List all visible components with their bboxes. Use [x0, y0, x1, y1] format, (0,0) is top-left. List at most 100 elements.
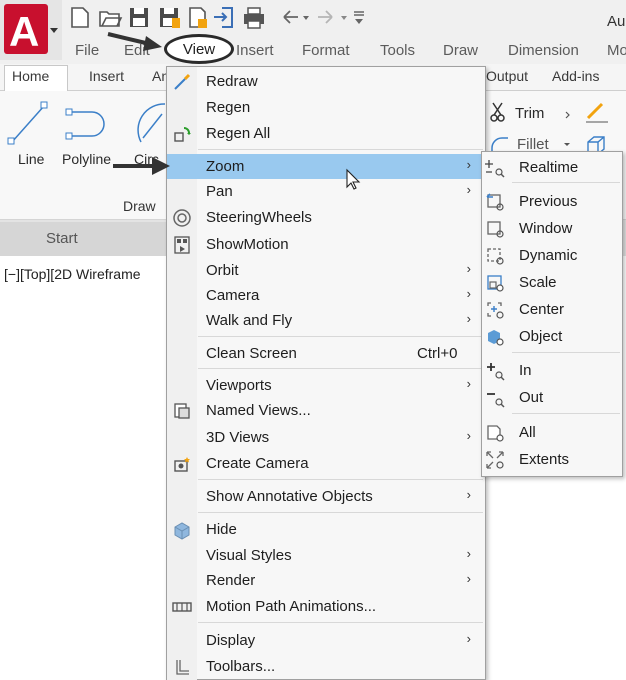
view-menu-showmotion-label: ShowMotion: [206, 236, 289, 253]
trim-icon[interactable]: [490, 102, 505, 122]
view-menu-showmotion[interactable]: ShowMotion: [167, 232, 485, 257]
view-menu-toolbars[interactable]: Toolbars...: [167, 654, 485, 679]
view-menu-show-annotative-objects[interactable]: Show Annotative Objects ›: [167, 484, 485, 509]
view-menu-redraw[interactable]: Redraw: [167, 69, 485, 94]
view-menu-create-camera-label: Create Camera: [206, 455, 309, 472]
view-menu-viewports[interactable]: Viewports ›: [167, 373, 485, 398]
view-menu-show-annotative-objects-label: Show Annotative Objects: [206, 488, 373, 505]
zoom-center[interactable]: Center: [482, 297, 622, 323]
menu-separator: [198, 512, 483, 513]
polyline-icon[interactable]: [65, 108, 105, 140]
circle-tool-label[interactable]: Circ: [134, 151, 159, 167]
tab-start[interactable]: [0, 222, 168, 256]
view-menu-regen[interactable]: Regen: [167, 95, 485, 120]
viewport-controls-label[interactable]: [−][Top][2D Wireframe: [4, 266, 141, 282]
view-menu-motion-path-animations[interactable]: Motion Path Animations...: [167, 594, 485, 619]
zoom-scale[interactable]: Scale: [482, 270, 622, 296]
trim-tool-label[interactable]: Trim: [515, 105, 544, 122]
menu-tools[interactable]: Tools: [380, 42, 415, 59]
menu-draw[interactable]: Draw: [443, 42, 478, 59]
tab-insert[interactable]: Insert: [89, 68, 124, 84]
named-views-icon: [174, 403, 190, 419]
view-menu-regen-all[interactable]: Regen All: [167, 121, 485, 146]
redo-icon[interactable]: [318, 10, 347, 24]
view-menu-create-camera[interactable]: Create Camera: [167, 451, 485, 476]
menu-insert[interactable]: Insert: [236, 42, 274, 59]
showmotion-icon: [174, 236, 190, 254]
view-menu-walk-and-fly[interactable]: Walk and Fly ›: [167, 308, 485, 333]
view-menu-zoom[interactable]: Zoom ›: [167, 154, 485, 179]
line-tool-label[interactable]: Line: [18, 151, 44, 167]
menu-edit[interactable]: Edit: [124, 42, 150, 59]
zoom-previous[interactable]: Previous: [482, 189, 622, 215]
view-menu-clean-screen[interactable]: Clean Screen Ctrl+0: [167, 341, 485, 366]
erase-icon[interactable]: [586, 102, 608, 123]
menu-modify[interactable]: Mo: [607, 42, 626, 59]
zoom-dynamic[interactable]: Dynamic: [482, 243, 622, 269]
print-icon[interactable]: [244, 7, 264, 29]
view-menu-camera[interactable]: Camera ›: [167, 283, 485, 308]
view-menu-steeringwheels[interactable]: SteeringWheels: [167, 205, 485, 230]
hide-icon: [174, 522, 190, 540]
zoom-scale-label: Scale: [519, 274, 557, 291]
menu-format[interactable]: Format: [302, 42, 350, 59]
zoom-in-icon: [487, 363, 505, 381]
zoom-scale-icon: [487, 275, 504, 292]
view-menu-named-views[interactable]: Named Views...: [167, 398, 485, 423]
zoom-object-icon: [488, 330, 504, 346]
menu-separator: [198, 479, 483, 480]
submenu-arrow-icon: ›: [466, 286, 471, 301]
zoom-all-icon: [487, 425, 504, 442]
open-icon[interactable]: [99, 11, 123, 27]
tab-add-ins[interactable]: Add-ins: [552, 68, 599, 84]
view-menu-3d-views[interactable]: 3D Views ›: [167, 425, 485, 450]
menu-separator: [198, 622, 483, 623]
zoom-in[interactable]: In: [482, 358, 622, 384]
create-camera-icon: [174, 457, 190, 472]
zoom-extents[interactable]: Extents: [482, 447, 622, 473]
zoom-all[interactable]: All: [482, 420, 622, 446]
draw-panel-title[interactable]: Draw: [123, 198, 156, 214]
customize-qat-icon[interactable]: [354, 11, 364, 24]
zoom-window[interactable]: Window: [482, 216, 622, 242]
zoom-window-icon: [487, 221, 504, 238]
application-menu-button[interactable]: A: [0, 0, 62, 60]
view-menu-visual-styles[interactable]: Visual Styles ›: [167, 543, 485, 568]
save-icon[interactable]: [130, 8, 148, 27]
menu-separator: [512, 352, 620, 353]
view-menu-redraw-label: Redraw: [206, 73, 258, 90]
menu-view[interactable]: View: [164, 34, 234, 64]
circle-icon[interactable]: [137, 103, 166, 143]
import-icon[interactable]: [214, 7, 233, 28]
view-menu-visual-styles-label: Visual Styles: [206, 547, 292, 564]
view-menu-zoom-label: Zoom: [206, 158, 245, 175]
view-menu-display[interactable]: Display ›: [167, 628, 485, 653]
tab-output[interactable]: Output: [486, 68, 528, 84]
view-menu-render[interactable]: Render ›: [167, 568, 485, 593]
view-menu-orbit-label: Orbit: [206, 262, 239, 279]
view-menu-named-views-label: Named Views...: [206, 402, 311, 419]
save-as-icon[interactable]: [160, 8, 180, 28]
new-icon[interactable]: [71, 7, 89, 28]
trim-dropdown-icon[interactable]: [565, 111, 570, 119]
tab-start-label: Start: [46, 230, 78, 247]
menu-dimension[interactable]: Dimension: [508, 42, 579, 59]
zoom-out[interactable]: Out: [482, 385, 622, 411]
menu-file[interactable]: File: [75, 42, 99, 59]
view-menu-pan-label: Pan: [206, 183, 233, 200]
plot-icon[interactable]: [189, 7, 207, 28]
line-icon[interactable]: [7, 101, 48, 145]
view-menu-viewports-label: Viewports: [206, 377, 272, 394]
tab-home-label: Home: [12, 68, 50, 84]
zoom-out-label: Out: [519, 389, 544, 406]
zoom-object[interactable]: Object: [482, 324, 622, 350]
undo-icon[interactable]: [283, 10, 309, 24]
view-menu-pan[interactable]: Pan ›: [167, 179, 485, 204]
view-menu-orbit[interactable]: Orbit ›: [167, 258, 485, 283]
zoom-realtime[interactable]: Realtime: [482, 155, 622, 181]
fillet-dropdown-icon[interactable]: [564, 143, 570, 146]
view-menu-regen-all-label: Regen All: [206, 125, 271, 142]
polyline-tool-label[interactable]: Polyline: [62, 151, 111, 167]
view-menu-hide[interactable]: Hide: [167, 517, 485, 542]
window-title: Au: [607, 13, 626, 30]
